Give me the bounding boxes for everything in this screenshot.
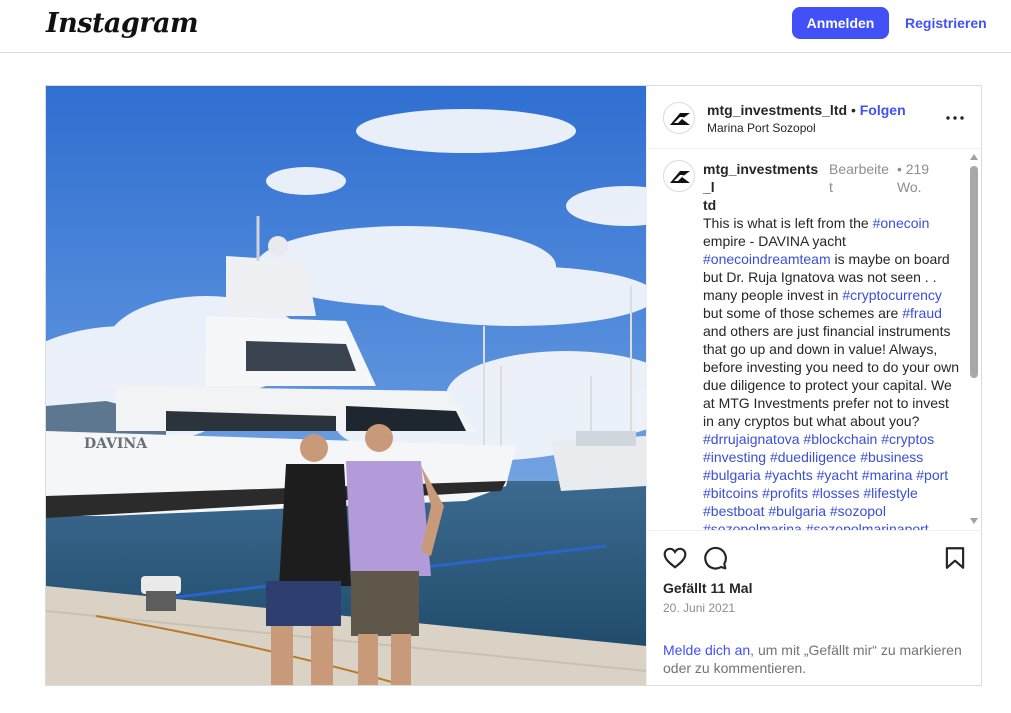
caption-username[interactable]: mtg_investments_l td	[703, 160, 821, 214]
hashtag-link[interactable]: #bulgaria	[768, 503, 826, 519]
post-date[interactable]: 20. Juni 2021	[663, 601, 735, 615]
heart-icon[interactable]	[662, 545, 688, 571]
edited-label: Bearbeite t	[829, 161, 889, 195]
login-button[interactable]: Anmelden	[792, 7, 889, 39]
register-button[interactable]: Registrieren	[900, 7, 992, 39]
top-navigation-bar: Instagram Anmelden Registrieren	[0, 0, 1011, 53]
hashtag-link[interactable]: #cryptocurrency	[842, 287, 942, 303]
avatar[interactable]	[663, 160, 695, 192]
caption-scrollbar[interactable]	[967, 150, 981, 530]
post-card: DAVINA mtg_investments_ltd • Folgen Mari…	[45, 85, 982, 686]
post-actions: Gefällt 11 Mal 20. Juni 2021 Melde dich …	[647, 530, 982, 685]
scroll-down-arrow-icon[interactable]	[970, 518, 978, 524]
hashtag-link[interactable]: #marina	[862, 467, 913, 483]
caption-text: This is what is left from the #onecoin e…	[703, 214, 963, 530]
hashtag-link[interactable]: #cryptos	[881, 431, 934, 447]
caption-segment: This is what is left from the	[703, 215, 873, 231]
hashtag-link[interactable]: #sozopol	[830, 503, 886, 519]
follow-button[interactable]: Folgen	[860, 102, 906, 118]
hashtag-link[interactable]: #sozopolmarinaport	[806, 521, 929, 530]
separator-dot: •	[850, 102, 856, 118]
post-age[interactable]: • 219 Wo.	[897, 160, 929, 214]
hashtag-link[interactable]: #yacht	[817, 467, 858, 483]
login-prompt: Melde dich an, um mit „Gefällt mir“ zu m…	[663, 641, 973, 677]
caption-header: mtg_investments_l td Bearbeite t • 219 Wo.	[703, 160, 963, 214]
hashtag-link[interactable]: #business	[860, 449, 923, 465]
more-horizontal-icon[interactable]	[943, 106, 967, 130]
mtg-logo-icon	[670, 113, 690, 125]
login-link[interactable]: Melde dich an	[663, 642, 750, 658]
hashtag-link[interactable]: #bestboat	[703, 503, 765, 519]
like-count[interactable]: Gefällt 11 Mal	[663, 580, 752, 596]
caption-segment: but some of those schemes are	[703, 305, 903, 321]
instagram-logo[interactable]: Instagram	[46, 8, 199, 39]
caption: mtg_investments_l td Bearbeite t • 219 Wo. …	[703, 160, 963, 530]
scrollbar-thumb[interactable]	[970, 166, 978, 378]
hashtag-link[interactable]: #fraud	[902, 305, 942, 321]
hashtag-link[interactable]: #bulgaria	[703, 467, 761, 483]
hashtag-link[interactable]: #drrujaignatova	[703, 431, 800, 447]
bookmark-icon[interactable]	[942, 545, 968, 571]
hashtag-link[interactable]: #blockchain	[803, 431, 877, 447]
post-header: mtg_investments_ltd • Folgen Marina Port…	[647, 86, 982, 149]
caption-scroll-area[interactable]: mtg_investments_l td Bearbeite t • 219 Wo. …	[647, 150, 982, 530]
hashtag-link[interactable]: #profits	[762, 485, 808, 501]
hashtag-link[interactable]: #lifestyle	[863, 485, 917, 501]
hashtag-link[interactable]: #yachts	[765, 467, 813, 483]
mtg-logo-icon	[670, 171, 690, 183]
hashtag-link[interactable]: #losses	[812, 485, 859, 501]
caption-segment: and others are just financial instrument…	[703, 323, 960, 429]
scroll-up-arrow-icon[interactable]	[970, 154, 978, 160]
hashtag-link[interactable]: #bitcoins	[703, 485, 758, 501]
boat-name-text: DAVINA	[84, 436, 148, 452]
caption-segment: empire - DAVINA yacht	[703, 233, 846, 249]
post-photo[interactable]: DAVINA	[46, 86, 646, 685]
yacht-photo-image: DAVINA	[46, 86, 646, 685]
hashtag-link[interactable]: #onecoin	[873, 215, 930, 231]
post-sidebar: mtg_investments_ltd • Folgen Marina Port…	[646, 86, 982, 685]
avatar[interactable]	[663, 102, 695, 134]
hashtag-link[interactable]: #onecoindreamteam	[703, 251, 831, 267]
hashtag-link[interactable]: #sozopolmarina	[703, 521, 802, 530]
comment-icon[interactable]	[702, 545, 728, 571]
hashtag-link[interactable]: #port	[916, 467, 948, 483]
hashtag-link[interactable]: #duediligence	[770, 449, 856, 465]
hashtag-link[interactable]: #investing	[703, 449, 766, 465]
author-username[interactable]: mtg_investments_ltd	[707, 102, 847, 118]
post-author: mtg_investments_ltd • Folgen	[707, 102, 906, 118]
post-location[interactable]: Marina Port Sozopol	[707, 121, 816, 135]
